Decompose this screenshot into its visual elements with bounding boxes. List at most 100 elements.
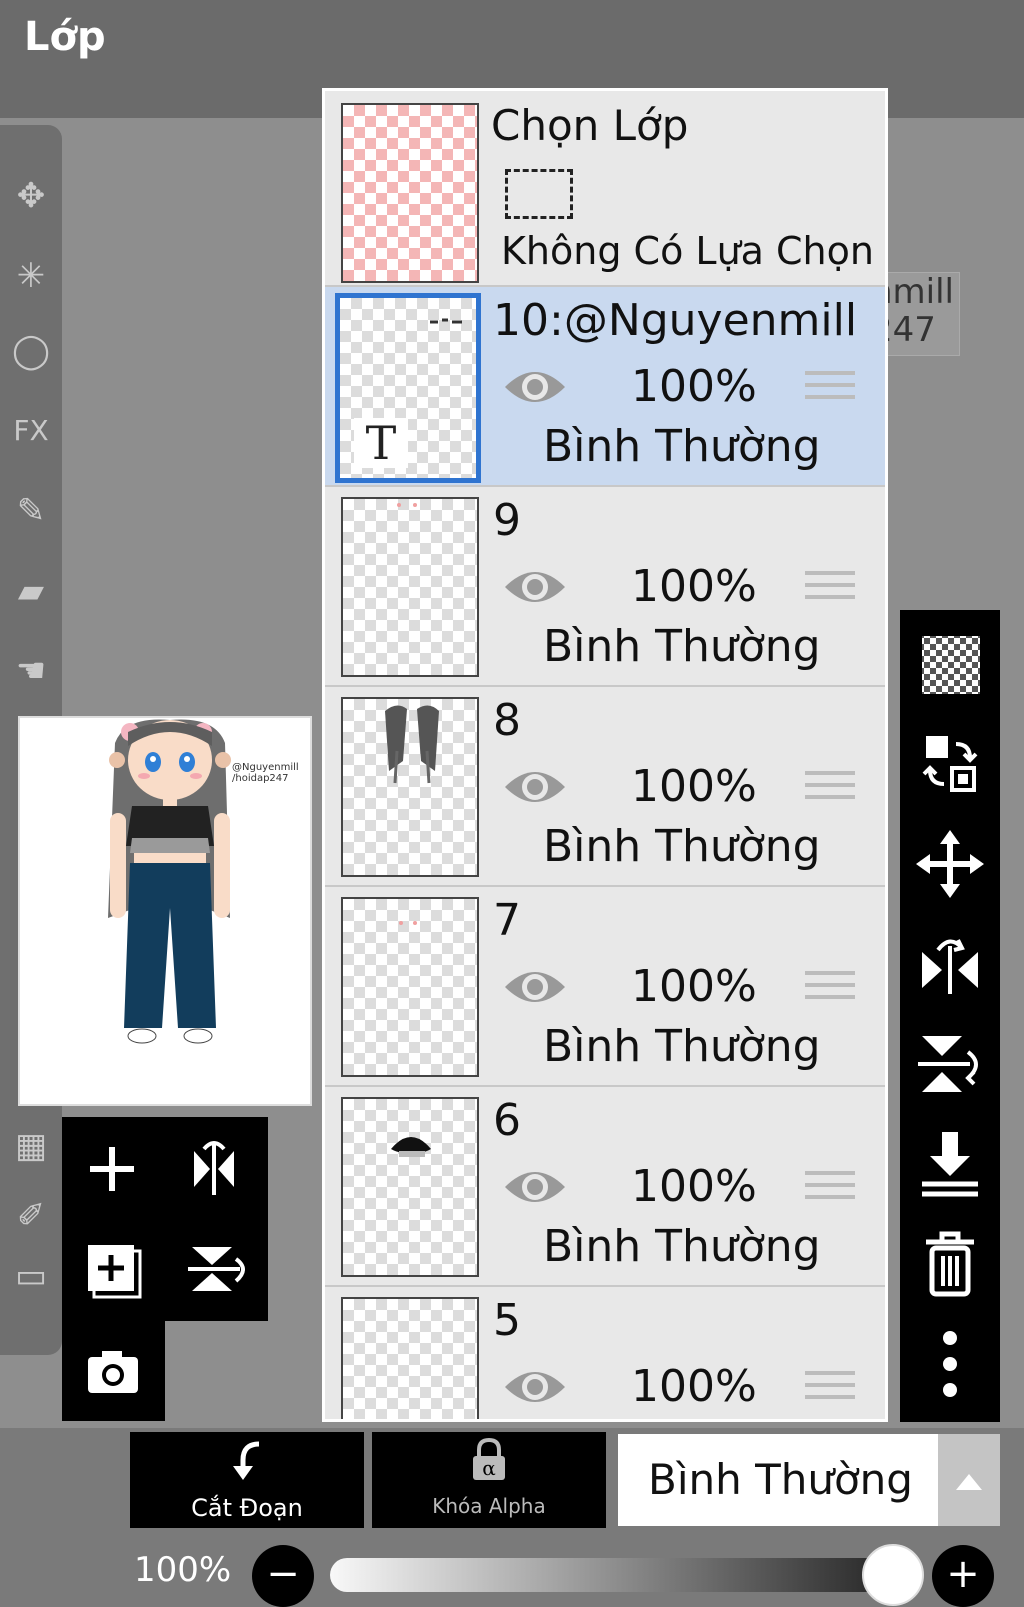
eyedropper-icon[interactable]: ✐ bbox=[0, 1185, 62, 1247]
merge-down-button[interactable] bbox=[900, 1114, 1000, 1214]
swap-layer-button[interactable] bbox=[900, 714, 1000, 814]
add-layer-copy-button[interactable] bbox=[64, 1221, 160, 1317]
layer-opacity: 100% bbox=[631, 761, 757, 812]
lock-icon: α bbox=[372, 1437, 606, 1492]
layer-opacity: 100% bbox=[631, 561, 757, 612]
layer-actions-panel bbox=[62, 1117, 268, 1321]
layer-row[interactable]: 8 100% Bình Thường bbox=[325, 687, 885, 887]
visibility-eye-icon[interactable] bbox=[501, 1363, 569, 1411]
opacity-value-label: 100% bbox=[134, 1550, 232, 1590]
layer-blend-mode: Bình Thường bbox=[543, 421, 821, 472]
flip-vertical-right-button[interactable] bbox=[900, 1014, 1000, 1114]
plus-icon: + bbox=[946, 1551, 980, 1597]
eraser-icon[interactable]: ▰ bbox=[0, 560, 62, 622]
layer-name: 5 bbox=[493, 1295, 521, 1346]
add-layer-button[interactable] bbox=[64, 1121, 160, 1217]
clipping-button[interactable]: Cắt Đoạn bbox=[130, 1432, 364, 1528]
visibility-eye-icon[interactable] bbox=[501, 963, 569, 1011]
canvas-icon[interactable]: ▭ bbox=[0, 1245, 62, 1307]
selection-layer-row[interactable]: Chọn Lớp Không Có Lựa Chọn bbox=[325, 91, 885, 287]
layer-row[interactable]: T 10:@Nguyenmill 100% Bình Thường bbox=[325, 287, 885, 487]
drag-handle-icon[interactable] bbox=[805, 571, 855, 611]
blend-mode-select[interactable]: Bình Thường bbox=[618, 1434, 938, 1526]
visibility-eye-icon[interactable] bbox=[501, 563, 569, 611]
layer-name: 9 bbox=[493, 495, 521, 546]
layer-row[interactable]: 6 100% Bình Thường bbox=[325, 1087, 885, 1287]
layer-row[interactable]: 9 100% Bình Thường bbox=[325, 487, 885, 687]
move-layer-button[interactable] bbox=[900, 814, 1000, 914]
layer-list[interactable]: Chọn Lớp Không Có Lựa Chọn T 10:@Nguyenm… bbox=[322, 88, 888, 1422]
camera-icon bbox=[88, 1351, 138, 1393]
filter-fx-icon[interactable]: FX bbox=[0, 400, 62, 462]
thumbnail-content bbox=[399, 921, 417, 925]
layer-thumbnail: T bbox=[335, 293, 481, 483]
alpha-lock-label: Khóa Alpha bbox=[432, 1494, 546, 1518]
blend-mode-dropdown-button[interactable] bbox=[938, 1434, 1000, 1526]
thumbnail-content bbox=[397, 503, 417, 507]
layer-opacity: 100% bbox=[631, 961, 757, 1012]
frame-divider-icon[interactable]: ▦ bbox=[0, 1115, 62, 1177]
plus-icon bbox=[90, 1147, 134, 1191]
opacity-decrease-button[interactable]: − bbox=[252, 1545, 314, 1607]
duplicate-layer-icon bbox=[88, 1245, 142, 1299]
flip-horizontal-button[interactable] bbox=[166, 1121, 262, 1217]
delete-layer-button[interactable] bbox=[900, 1214, 1000, 1314]
transform-icon[interactable]: ✥ bbox=[0, 165, 62, 227]
layer-thumbnail bbox=[341, 1097, 479, 1277]
flip-vertical-icon bbox=[188, 1247, 245, 1291]
flip-vertical-button[interactable] bbox=[166, 1221, 262, 1317]
more-vertical-icon bbox=[943, 1331, 957, 1397]
clipping-label: Cắt Đoạn bbox=[191, 1494, 303, 1522]
opacity-slider-handle[interactable] bbox=[862, 1544, 924, 1606]
flip-horizontal-icon bbox=[194, 1141, 234, 1195]
flip-horizontal-icon bbox=[922, 939, 978, 994]
brush-icon[interactable]: ✎ bbox=[0, 480, 62, 542]
lasso-icon[interactable]: ◯ bbox=[0, 320, 62, 382]
move-arrows-icon bbox=[916, 830, 984, 898]
svg-text:α: α bbox=[482, 1456, 496, 1480]
visibility-eye-icon[interactable] bbox=[501, 363, 569, 411]
selection-status: Không Có Lựa Chọn bbox=[501, 229, 874, 273]
layer-name: 7 bbox=[493, 895, 521, 946]
visibility-eye-icon[interactable] bbox=[501, 1163, 569, 1211]
flip-horizontal-right-button[interactable] bbox=[900, 914, 1000, 1014]
swap-icon bbox=[922, 736, 978, 792]
smudge-icon[interactable]: ☚ bbox=[0, 640, 62, 702]
selection-title: Chọn Lớp bbox=[491, 101, 689, 150]
magic-wand-icon[interactable]: ✳ bbox=[0, 245, 62, 307]
layer-preview: @Nguyenmill /hoidap247 bbox=[18, 716, 312, 1106]
layer-row[interactable]: 7 100% Bình Thường bbox=[325, 887, 885, 1087]
layer-thumbnail bbox=[341, 497, 479, 677]
opacity-slider[interactable] bbox=[330, 1558, 902, 1592]
layer-row[interactable]: 5 100% bbox=[325, 1287, 885, 1419]
preview-watermark: @Nguyenmill /hoidap247 bbox=[232, 762, 299, 784]
drag-handle-icon[interactable] bbox=[805, 971, 855, 1011]
drag-handle-icon[interactable] bbox=[805, 771, 855, 811]
triangle-up-icon bbox=[956, 1474, 982, 1490]
drag-handle-icon[interactable] bbox=[805, 1371, 855, 1411]
layer-opacity: 100% bbox=[631, 361, 757, 412]
layer-name: 8 bbox=[493, 695, 521, 746]
camera-panel bbox=[62, 1321, 165, 1421]
visibility-eye-icon[interactable] bbox=[501, 763, 569, 811]
drag-handle-icon[interactable] bbox=[805, 371, 855, 411]
drag-handle-icon[interactable] bbox=[805, 1171, 855, 1211]
trash-icon bbox=[926, 1231, 974, 1297]
layer-opacity: 100% bbox=[631, 1161, 757, 1212]
alpha-lock-button[interactable]: α Khóa Alpha bbox=[372, 1432, 606, 1528]
selection-marquee-icon bbox=[505, 169, 573, 219]
right-layer-toolbar bbox=[900, 610, 1000, 1422]
thumbnail-content bbox=[385, 705, 439, 784]
transparent-fill-button[interactable] bbox=[900, 614, 1000, 714]
preview-watermark-line1: @Nguyenmill bbox=[232, 762, 299, 773]
layer-blend-mode: Bình Thường bbox=[543, 1021, 821, 1072]
layer-blend-mode: Bình Thường bbox=[543, 821, 821, 872]
layer-blend-mode: Bình Thường bbox=[543, 1221, 821, 1272]
opacity-increase-button[interactable]: + bbox=[932, 1545, 994, 1607]
layer-name: 10:@Nguyenmill bbox=[493, 295, 858, 346]
checkerboard-icon bbox=[922, 636, 980, 694]
flip-vertical-icon bbox=[918, 1036, 978, 1092]
clip-arrow-icon bbox=[130, 1438, 364, 1492]
more-options-button[interactable] bbox=[900, 1314, 1000, 1414]
import-photo-button[interactable] bbox=[64, 1323, 160, 1419]
